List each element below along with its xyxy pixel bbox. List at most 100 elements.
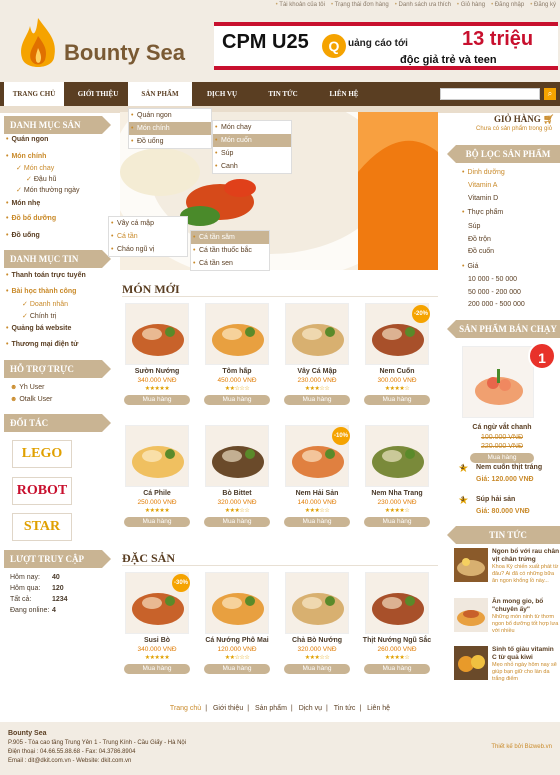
product-card[interactable]: Thịt Nướng Ngũ Sắc 260.000 VNĐ ★★★★☆ Mua hà… — [362, 572, 432, 684]
news-cat-web[interactable]: • Quảng bá website — [6, 325, 71, 332]
nav-news[interactable]: TIN TỨC — [256, 82, 310, 106]
order-status-link[interactable]: Trạng thái đơn hàng — [331, 2, 389, 8]
cat-dau-hu[interactable]: ✓ Đậu hũ — [26, 175, 56, 183]
product-name[interactable]: Chả Bò Nướng — [282, 637, 352, 644]
filter-price-2[interactable]: 50 000 - 200 000 — [468, 289, 521, 296]
product-image[interactable] — [205, 425, 269, 487]
product-card[interactable]: -30% Susi Bò 340.000 VNĐ ★★★★★ Mua hàng — [122, 572, 192, 684]
menu-do-uong[interactable]: Đồ uống — [129, 135, 211, 148]
filter-sup[interactable]: Súp — [468, 223, 480, 230]
register-link[interactable]: Đăng ký — [530, 2, 556, 8]
product-name[interactable]: Vây Cá Mập — [282, 368, 352, 375]
nav-about[interactable]: GIỚI THIỆU — [70, 82, 126, 106]
product-name[interactable]: Bò Bittet — [202, 490, 272, 497]
product-image[interactable] — [285, 572, 349, 634]
ad-banner[interactable]: CPM U25 Q uảng cáo tới 13 triệu độc giả … — [214, 22, 558, 70]
buy-button[interactable]: Mua hàng — [124, 395, 190, 405]
footer-link-contact[interactable]: Liên hệ — [367, 705, 390, 712]
product-image[interactable] — [125, 303, 189, 365]
buy-button[interactable]: Mua hàng — [364, 664, 430, 674]
filter-food[interactable]: • Thực phẩm — [462, 209, 503, 216]
product-card[interactable]: Nem Nha Trang 230.000 VNĐ ★★★★☆ Mua hàng — [362, 425, 432, 537]
cat-mon-chay[interactable]: ✓ Món chay — [16, 164, 54, 172]
product-card[interactable]: Bò Bittet 320.000 VNĐ ★★★☆☆ Mua hàng — [202, 425, 272, 537]
product-name[interactable]: Susi Bò — [122, 637, 192, 644]
wishlist-link[interactable]: Danh sách ưa thích — [395, 2, 451, 8]
news-item[interactable]: Sinh tố giàu vitamin C từ quả kiwi Mẹo n… — [454, 646, 558, 682]
buy-button[interactable]: Mua hàng — [124, 664, 190, 674]
news-headline[interactable]: Ăn mong gio, bổ "chuyên ấy" — [492, 598, 560, 614]
news-cat-payment[interactable]: • Thanh toán trực tuyến — [6, 272, 86, 279]
news-item[interactable]: Ăn mong gio, bổ "chuyên ấy" Những món ni… — [454, 598, 558, 634]
buy-button[interactable]: Mua hàng — [284, 395, 350, 405]
news-cat-success[interactable]: • Bài học thành công — [6, 288, 76, 295]
product-image[interactable] — [285, 303, 349, 365]
nav-products[interactable]: SẢN PHẨM — [128, 82, 192, 106]
login-link[interactable]: Đăng nhập — [491, 2, 524, 8]
product-card[interactable]: -10% Nem Hải Sản 140.000 VNĐ ★★★☆☆ Mua hàng — [282, 425, 352, 537]
menu-vay-ca-map[interactable]: Vây cá mập — [109, 217, 187, 230]
buy-button[interactable]: Mua hàng — [284, 517, 350, 527]
product-name[interactable]: Tôm hấp — [202, 368, 272, 375]
buy-button[interactable]: Mua hàng — [364, 517, 430, 527]
news-item[interactable]: Ngon bổ với rau chân vịt chân trứng Khoa… — [454, 548, 559, 584]
footer-link-home[interactable]: Trang chủ — [170, 705, 201, 712]
nav-services[interactable]: DỊCH VỤ — [196, 82, 248, 106]
footer-link-news[interactable]: Tin tức — [334, 705, 356, 712]
product-name[interactable]: Cá Nướng Phô Mai — [202, 637, 272, 644]
menu-mon-chinh[interactable]: Món chính — [129, 122, 211, 135]
menu-ca-tan-sam[interactable]: Cá tần sâm — [191, 231, 269, 244]
account-link[interactable]: Tài khoản của tôi — [276, 2, 325, 8]
filter-do-tron[interactable]: Đồ trộn — [468, 236, 491, 243]
product-image[interactable] — [205, 572, 269, 634]
product-image[interactable] — [365, 425, 429, 487]
best-main-image[interactable] — [462, 346, 534, 418]
news-cat-business[interactable]: ✓ Doanh nhân — [22, 300, 68, 308]
filter-vitamin-a[interactable]: Vitamin A — [468, 182, 497, 189]
menu-ca-tan[interactable]: Cá tần — [109, 230, 187, 243]
best-3-name[interactable]: Súp hải sản — [476, 496, 515, 503]
product-card[interactable]: Chả Bò Nướng 320.000 VNĐ ★★★☆☆ Mua hàng — [282, 572, 352, 684]
partner-lego[interactable]: LEGO — [12, 440, 72, 468]
cart-link[interactable]: Giỏ hàng — [457, 2, 485, 8]
product-name[interactable]: Thịt Nướng Ngũ Sắc — [362, 637, 432, 644]
footer-designer[interactable]: Thiết kế bởi Bizweb.vn — [491, 744, 552, 750]
product-name[interactable]: Nem Nha Trang — [362, 490, 432, 497]
search-icon[interactable]: ⌕ — [544, 88, 556, 100]
news-headline[interactable]: Sinh tố giàu vitamin C từ quả kiwi — [492, 646, 560, 662]
footer-link-products[interactable]: Sản phẩm — [255, 705, 287, 712]
product-image[interactable] — [365, 572, 429, 634]
product-card[interactable]: Cá Nướng Phô Mai 120.000 VNĐ ★★☆☆☆ Mua hàng — [202, 572, 272, 684]
product-image[interactable] — [205, 303, 269, 365]
cat-do-bo[interactable]: • Đồ bổ dưỡng — [6, 215, 56, 222]
partner-star[interactable]: STAR — [12, 513, 72, 541]
product-image[interactable] — [125, 425, 189, 487]
nav-contact[interactable]: LIÊN HỆ — [318, 82, 370, 106]
menu-ca-tan-sen[interactable]: Cá tần sen — [191, 257, 269, 270]
menu-mon-cuon[interactable]: Món cuốn — [213, 134, 291, 147]
best-main-buy-button[interactable]: Mua hàng — [470, 453, 534, 463]
cat-mon-chinh[interactable]: • Món chính — [6, 153, 46, 160]
filter-price-3[interactable]: 200 000 - 500 000 — [468, 301, 525, 308]
product-name[interactable]: Nem Cuốn — [362, 368, 432, 375]
buy-button[interactable]: Mua hàng — [364, 395, 430, 405]
cat-mon-nhe[interactable]: • Món nhẹ — [6, 200, 40, 207]
menu-canh[interactable]: Canh — [213, 160, 291, 173]
flame-logo-icon[interactable] — [14, 14, 62, 74]
product-name[interactable]: Nem Hải Sản — [282, 490, 352, 497]
cat-quan-ngon[interactable]: • Quán ngon — [6, 136, 48, 143]
filter-price-1[interactable]: 10 000 - 50 000 — [468, 276, 517, 283]
buy-button[interactable]: Mua hàng — [204, 517, 270, 527]
product-card[interactable]: Cá Phile 250.000 VNĐ ★★★★★ Mua hàng — [122, 425, 192, 537]
product-card[interactable]: Vây Cá Mập 230.000 VNĐ ★★★☆☆ Mua hàng — [282, 303, 352, 415]
news-cat-politics[interactable]: ✓ Chính trị — [22, 312, 56, 320]
nav-home[interactable]: TRANG CHỦ — [4, 82, 64, 106]
partner-robot[interactable]: ROBOT — [12, 477, 72, 505]
product-card[interactable]: -20% Nem Cuốn 300.000 VNĐ ★★★★☆ Mua hàng — [362, 303, 432, 415]
filter-nutrition[interactable]: • Dinh dưỡng — [462, 169, 505, 176]
buy-button[interactable]: Mua hàng — [204, 664, 270, 674]
product-name[interactable]: Cá Phile — [122, 490, 192, 497]
buy-button[interactable]: Mua hàng — [204, 395, 270, 405]
menu-ca-tan-thuoc-bac[interactable]: Cá tần thuốc bắc — [191, 244, 269, 257]
filter-vitamin-d[interactable]: Vitamin D — [468, 195, 498, 202]
